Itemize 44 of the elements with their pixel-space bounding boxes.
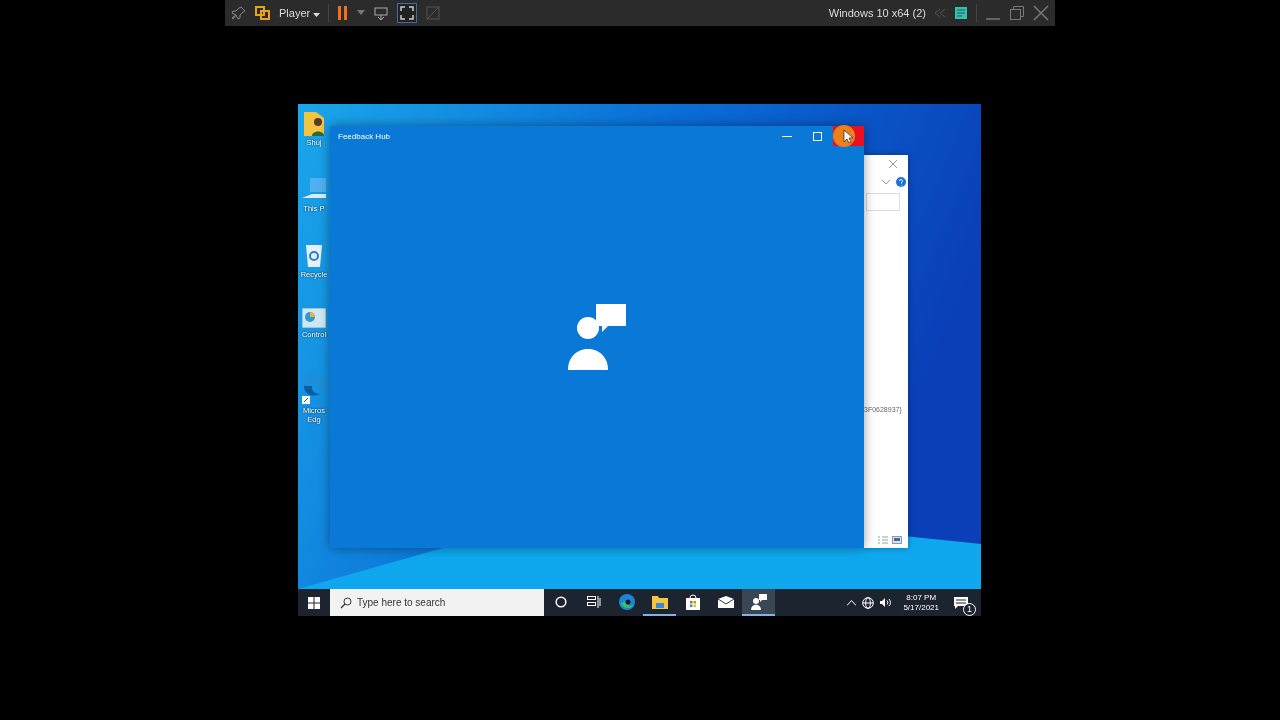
notifications-button[interactable]: 1	[949, 591, 973, 614]
window-title: Feedback Hub	[338, 131, 391, 141]
circle-icon	[554, 595, 567, 608]
user-folder-icon[interactable]	[304, 110, 324, 136]
shopping-bag-icon	[684, 593, 701, 610]
help-icon[interactable]	[896, 177, 906, 187]
text-field[interactable]	[866, 193, 900, 211]
fullscreen-icon[interactable]	[397, 3, 418, 23]
minimize-icon	[781, 135, 792, 137]
edge-icon[interactable]	[302, 374, 326, 404]
globe-icon[interactable]	[862, 596, 875, 609]
envelope-icon	[717, 595, 734, 608]
task-view-icon	[586, 595, 601, 608]
feedback-logo-icon	[568, 304, 626, 370]
vm-name: Windows 10 x64 (2)	[828, 7, 926, 19]
volume-icon[interactable]	[880, 597, 894, 608]
notes-icon[interactable]	[954, 6, 968, 20]
maximize-icon	[813, 131, 822, 141]
notification-count: 1	[963, 602, 976, 616]
pin-icon[interactable]	[231, 5, 247, 21]
restore-icon[interactable]	[1009, 5, 1025, 21]
person-speech-icon	[750, 593, 767, 610]
chevron-down-icon[interactable]	[882, 179, 890, 185]
caret-icon[interactable]	[357, 10, 366, 16]
unity-icon	[425, 5, 442, 21]
folder-icon	[651, 594, 668, 609]
large-icons-view-icon[interactable]	[892, 536, 902, 544]
send-keys-icon[interactable]	[373, 5, 390, 21]
pause-icon[interactable]	[337, 5, 350, 21]
back-arrows-icon	[934, 8, 946, 18]
close-icon[interactable]	[889, 160, 897, 168]
caret-icon	[313, 13, 321, 17]
search-field[interactable]: Type here to search	[330, 589, 544, 616]
windows-logo-icon	[308, 596, 320, 609]
chevron-up-icon[interactable]	[847, 599, 857, 606]
clock[interactable]: 8:07 PM 5/17/2021	[899, 592, 943, 613]
mouse-pointer-icon	[832, 124, 856, 148]
close-icon[interactable]	[1033, 5, 1049, 21]
vm-logo-icon	[255, 5, 271, 21]
feedback-taskbar-button[interactable]	[742, 589, 775, 616]
message-icon	[954, 596, 968, 609]
edge-icon	[617, 592, 636, 611]
recycle-bin-icon[interactable]	[304, 242, 324, 268]
player-menu[interactable]: Player	[279, 7, 321, 19]
